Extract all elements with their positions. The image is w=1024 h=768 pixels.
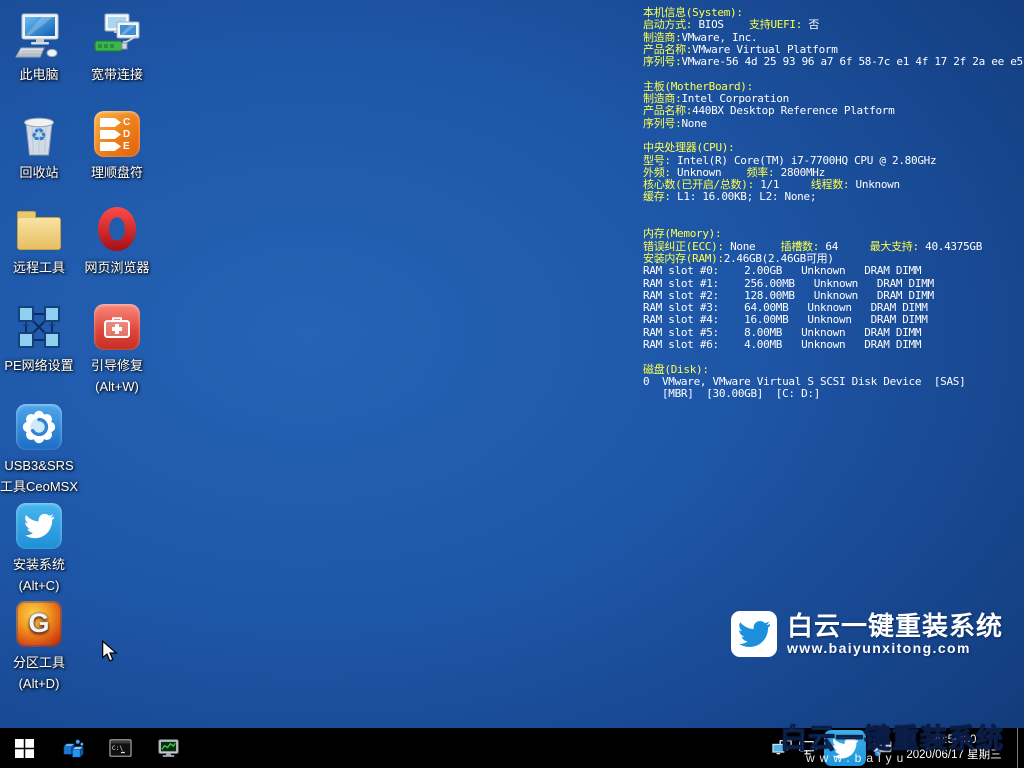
desktop-icon-usb3-srs-tool[interactable]: USB3&SRS 工具CeoMSX bbox=[0, 403, 81, 497]
svg-text:?: ? bbox=[876, 751, 879, 757]
input-method-icon[interactable]: ? bbox=[869, 728, 895, 768]
taskbar-clock[interactable]: 20:57:30 2020/06/17 星期三 bbox=[895, 733, 1017, 763]
install-system-bird-icon bbox=[15, 502, 63, 550]
command-prompt-icon: C:\ bbox=[109, 737, 132, 760]
desktop-icon-boot-repair[interactable]: 引导修复 (Alt+W) bbox=[75, 303, 159, 397]
desktop-icon-label: USB3&SRS 工具CeoMSX bbox=[0, 455, 81, 497]
desktop-icon-recycle-bin[interactable]: ♻ 回收站 bbox=[0, 110, 81, 183]
pinned-registry-editor-button[interactable] bbox=[48, 728, 96, 768]
display-switch-tray-icon[interactable] bbox=[769, 728, 795, 768]
desktop-icon-label: 网页浏览器 bbox=[75, 257, 159, 278]
diskgenius-letter: G bbox=[16, 608, 62, 639]
task-manager-icon bbox=[157, 737, 180, 760]
desktop-icon-label: 回收站 bbox=[0, 162, 81, 183]
desktop-icon-label: 理顺盘符 bbox=[75, 162, 159, 183]
system-tray: ? 20:57:30 2020/06/17 星期三 bbox=[769, 728, 1024, 768]
taskbar: C:\ bbox=[0, 728, 1024, 768]
desktop-icon-web-browser[interactable]: 网页浏览器 bbox=[75, 205, 159, 278]
desktop-icon-label: 安装系统 (Alt+C) bbox=[0, 554, 81, 596]
folder-icon bbox=[15, 205, 63, 253]
pinned-task-manager-button[interactable] bbox=[144, 728, 192, 768]
desktop-icon-label: 宽带连接 bbox=[75, 64, 159, 85]
show-desktop-button[interactable] bbox=[1017, 728, 1024, 768]
brand-bird-icon bbox=[731, 611, 777, 657]
this-pc-icon bbox=[15, 12, 63, 60]
usb3-srs-tool-icon bbox=[15, 403, 63, 451]
brand-logo: 白云一键重装系统 www.baiyunxitong.com bbox=[731, 611, 1003, 657]
diskgenius-icon: G bbox=[15, 600, 63, 648]
desktop-icon-drive-letter-tool[interactable]: C D E 理顺盘符 bbox=[75, 110, 159, 183]
opera-browser-icon bbox=[93, 205, 141, 253]
desktop-icon-broadband[interactable]: 宽带连接 bbox=[75, 12, 159, 85]
clock-time: 20:57:30 bbox=[895, 733, 1013, 748]
desktop-icon-label: 此电脑 bbox=[0, 64, 81, 85]
brand-url: www.baiyunxitong.com bbox=[787, 640, 1003, 657]
bird-icon bbox=[832, 735, 858, 761]
desktop-icon-pe-network-settings[interactable]: PE网络设置 bbox=[0, 303, 81, 376]
svg-text:C:\: C:\ bbox=[111, 744, 122, 751]
system-info-text: 本机信息(System):启动方式: BIOS 支持UEFI: 否制造商:VMw… bbox=[643, 7, 1023, 401]
network-tray-icon[interactable] bbox=[795, 728, 821, 768]
desktop-icon-install-system[interactable]: 安装系统 (Alt+C) bbox=[0, 502, 81, 596]
drive-letter-tool-icon: C D E bbox=[93, 110, 141, 158]
recycle-bin-icon: ♻ bbox=[15, 110, 63, 158]
desktop-icon-label: 远程工具 bbox=[0, 257, 81, 278]
desktop-icon-label: 引导修复 (Alt+W) bbox=[75, 355, 159, 397]
broadband-icon bbox=[93, 12, 141, 60]
desktop-icon-remote-tools[interactable]: 远程工具 bbox=[0, 205, 81, 278]
brand-title: 白云一键重装系统 bbox=[787, 612, 1003, 640]
desktop-icon-label: PE网络设置 bbox=[0, 355, 81, 376]
recycle-symbol-glyph: ♻ bbox=[15, 125, 63, 146]
desktop-icon-label: 分区工具 (Alt+D) bbox=[0, 652, 81, 694]
clock-date: 2020/06/17 星期三 bbox=[895, 748, 1013, 763]
first-aid-icon bbox=[93, 303, 141, 351]
desktop-icon-partition-tool[interactable]: G 分区工具 (Alt+D) bbox=[0, 600, 81, 694]
start-button[interactable] bbox=[0, 728, 48, 768]
windows-logo-icon bbox=[15, 739, 34, 758]
desktop-icon-this-pc[interactable]: 此电脑 bbox=[0, 12, 81, 85]
oneclick-reinstall-tray-button[interactable] bbox=[824, 730, 866, 766]
pinned-command-prompt-button[interactable]: C:\ bbox=[96, 728, 144, 768]
network-settings-icon bbox=[15, 303, 63, 351]
registry-cubes-icon bbox=[61, 737, 84, 760]
desktop-wallpaper: 此电脑 宽带连接 bbox=[0, 0, 1024, 728]
